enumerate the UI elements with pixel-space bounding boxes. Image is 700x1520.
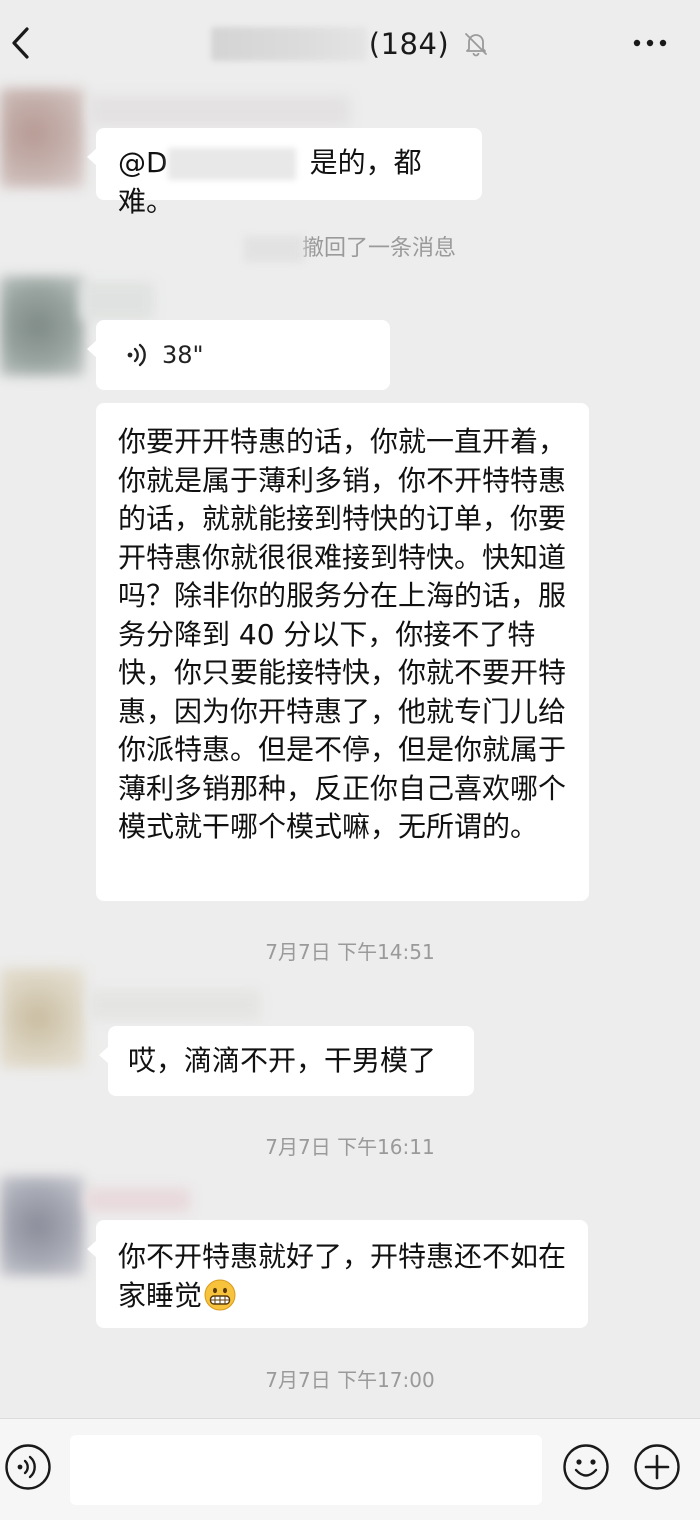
recaller-name-redacted xyxy=(243,236,304,262)
plus-icon[interactable] xyxy=(633,1443,681,1491)
message-input[interactable] xyxy=(70,1435,542,1505)
input-bar xyxy=(0,1418,700,1520)
chat-header: (184) xyxy=(0,0,700,86)
mention-name-redacted xyxy=(167,148,296,180)
group-name-redacted xyxy=(210,27,367,61)
timestamp: 7月7日 下午17:00 xyxy=(265,1368,435,1392)
voice-duration: 38" xyxy=(162,341,204,369)
emoji-icon[interactable] xyxy=(562,1443,610,1491)
avatar[interactable] xyxy=(0,88,84,188)
voice-message-bubble[interactable]: 38" xyxy=(87,320,390,390)
avatar[interactable] xyxy=(0,276,84,376)
grinning-face-icon xyxy=(204,1279,236,1310)
voice-wave-icon xyxy=(127,344,146,367)
message-text: 你要开开特惠的话，你就一直开着，你就是属于薄利多销，你不开特特惠的话，就就能接到… xyxy=(118,425,567,843)
sender-name-redacted xyxy=(90,990,260,1020)
message-bubble[interactable]: 你要开开特惠的话，你就一直开着，你就是属于薄利多销，你不开特特惠的话，就就能接到… xyxy=(96,403,589,901)
chat-title: (184) xyxy=(0,22,700,66)
member-count: (184) xyxy=(368,27,450,61)
message-text: 哎，滴滴不开，干男模了 xyxy=(128,1044,437,1077)
timestamp: 7月7日 下午16:11 xyxy=(265,1135,435,1159)
message-text: 你不开特惠就好了，开特惠还不如在家睡觉 xyxy=(118,1240,567,1312)
recall-notice: 撤回了一条消息 xyxy=(0,230,700,262)
avatar[interactable] xyxy=(0,1176,84,1276)
more-dots-icon[interactable] xyxy=(632,38,668,48)
mention-prefix: @D xyxy=(118,146,168,179)
sender-name-redacted xyxy=(86,1188,190,1212)
avatar[interactable] xyxy=(0,968,84,1068)
message-bubble[interactable]: 哎，滴滴不开，干男模了 xyxy=(99,1026,474,1096)
sender-name-redacted xyxy=(80,282,154,320)
voice-toggle-icon[interactable] xyxy=(4,1443,52,1491)
sender-name-redacted xyxy=(90,96,350,126)
bell-off-icon xyxy=(465,33,488,57)
timestamp: 7月7日 下午14:51 xyxy=(265,940,435,964)
message-bubble[interactable]: @D 是的，都难。 xyxy=(87,128,482,218)
message-bubble[interactable]: 你不开特惠就好了，开特惠还不如在家睡觉 xyxy=(87,1220,588,1328)
